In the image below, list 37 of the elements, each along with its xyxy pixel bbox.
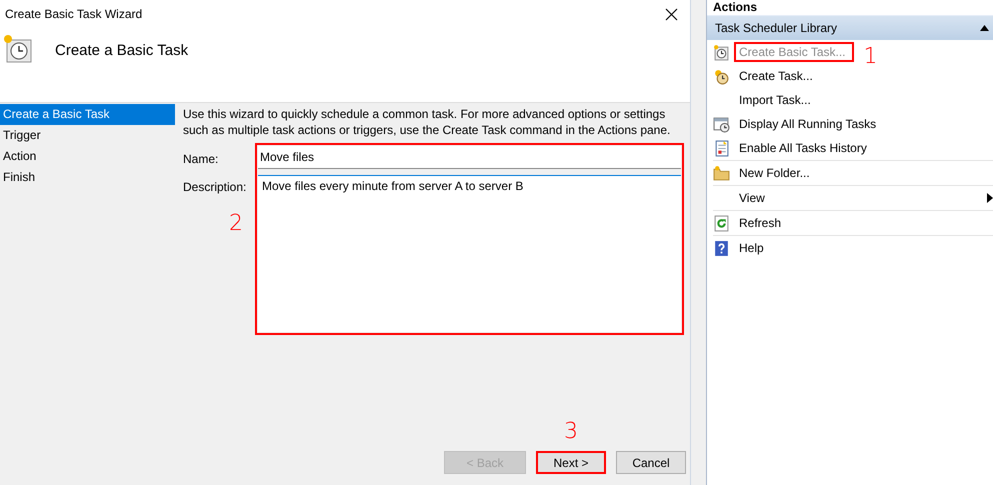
notepad-icon	[713, 140, 730, 156]
submenu-arrow-icon	[987, 193, 993, 203]
intro-text: Use this wizard to quickly schedule a common task. For more advanced options or settings such as multiple task actions or triggers, use the Create Task command in the Actions pane.	[183, 106, 672, 138]
annotation-number: 3	[563, 421, 579, 443]
action-item[interactable]: New Folder...	[736, 165, 813, 181]
wizard-step[interactable]: Create a Basic Task	[0, 104, 175, 125]
description-field[interactable]: Move files every minute from server A to server B	[258, 175, 681, 332]
action-item[interactable]: Display All Running Tasks	[736, 116, 880, 132]
close-icon[interactable]	[665, 8, 678, 20]
name-label: Name:	[183, 152, 220, 166]
annotation-number: 2	[229, 213, 243, 235]
refresh-icon	[713, 214, 730, 232]
wizard-step[interactable]: Trigger	[0, 125, 175, 146]
folder-icon	[713, 164, 730, 182]
help-icon	[713, 240, 730, 256]
action-item[interactable]: View	[736, 190, 768, 206]
wizard-button[interactable]: Cancel	[616, 451, 686, 474]
collapse-icon[interactable]	[980, 25, 989, 31]
action-item[interactable]: Refresh	[736, 215, 784, 231]
pane-title: Actions	[713, 0, 758, 14]
name-field[interactable]: Move files	[258, 146, 681, 169]
action-item[interactable]: Enable All Tasks History	[736, 140, 870, 156]
description-label: Description:	[183, 180, 248, 194]
clock-icon	[713, 44, 730, 60]
window-clock-icon	[713, 116, 730, 132]
clock-icon	[3, 34, 33, 64]
action-item[interactable]: Create Task...	[736, 68, 816, 84]
action-item[interactable]: Help	[736, 240, 767, 256]
clock-icon	[713, 68, 730, 84]
annotation-number: 1	[864, 46, 878, 68]
wizard-step[interactable]: Action	[0, 146, 175, 167]
section-header[interactable]: Task Scheduler Library	[707, 15, 993, 40]
window-title: Create Basic Task Wizard	[5, 7, 142, 21]
wizard-heading: Create a Basic Task	[55, 42, 188, 59]
action-item[interactable]: Import Task...	[736, 92, 814, 108]
wizard-button[interactable]: Next >	[536, 451, 606, 474]
wizard-step[interactable]: Finish	[0, 167, 175, 188]
